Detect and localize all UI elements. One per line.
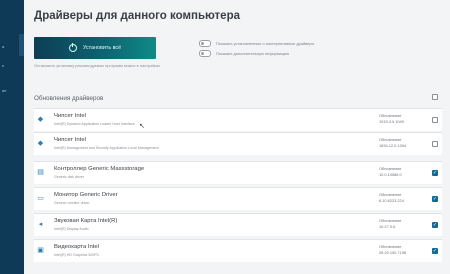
driver-status: Обновление — [379, 192, 402, 197]
install-all-label: Установить всё — [82, 45, 122, 51]
toggle-show-details[interactable]: Показать дополнительную информацию — [199, 50, 289, 57]
install-all-button[interactable]: Установить всё — [34, 37, 156, 59]
driver-version: 26.20.100.7158 — [379, 250, 407, 255]
toggle-show-installed[interactable]: Показать установленные и альтернативные … — [199, 40, 314, 47]
driver-row[interactable]: ▣ Видеокарта Intel Intel(R) HD Graphics … — [34, 239, 442, 262]
mouse-cursor-icon: ↖ — [139, 123, 145, 130]
driver-version: 6.10.6223.224 — [379, 198, 404, 203]
toggle-switch[interactable] — [199, 50, 211, 57]
driver-desc: Intel(R) Display Audio — [54, 227, 89, 231]
chip-icon: ◆ — [37, 140, 44, 147]
driver-desc: Generic disk driver — [54, 175, 84, 179]
driver-status: Обновление — [379, 113, 402, 118]
toggle-switch[interactable] — [199, 40, 211, 47]
section-title: Обновления драйверов — [34, 95, 104, 102]
driver-name: Звуковая Карта Intel(R) — [54, 218, 118, 224]
storage-icon: ▤ — [37, 169, 44, 176]
driver-version: 1834.12.0.1304 — [379, 143, 407, 148]
driver-row[interactable]: ◂ Звуковая Карта Intel(R) Intel(R) Displ… — [34, 213, 442, 236]
driver-name: Чипсет Intel — [54, 137, 86, 143]
sidebar-item[interactable]: е — [2, 63, 4, 68]
driver-name: Монитор Generic Driver — [54, 192, 118, 198]
monitor-icon: ▭ — [37, 195, 44, 202]
driver-version: 1915.4.0.1049 — [379, 119, 404, 124]
driver-checkbox[interactable] — [432, 248, 438, 254]
driver-row[interactable]: ▤ Контроллер Generic Massstorage Generic… — [34, 161, 442, 184]
chip-icon: ◆ — [37, 116, 44, 123]
sidebar: а е ие — [0, 0, 24, 274]
driver-desc: Intel(R) Dynamic Application Loader Host… — [54, 122, 135, 126]
driver-version: 10.27.0.6 — [379, 224, 396, 229]
main-panel: Драйверы для данного компьютера Установи… — [24, 0, 450, 274]
speaker-icon: ◂ — [38, 221, 43, 228]
power-icon — [68, 43, 77, 52]
driver-status: Обновление — [379, 166, 402, 171]
page-title: Драйверы для данного компьютера — [34, 10, 241, 22]
driver-checkbox[interactable] — [432, 222, 438, 228]
driver-version: 10.0.10586.0 — [379, 172, 402, 177]
toggle-label: Показать дополнительную информацию — [216, 51, 290, 56]
driver-desc: Intel(R) Management and Security Applica… — [54, 146, 159, 150]
toggle-label: Показать установленные и альтернативные … — [216, 41, 315, 46]
driver-name: Чипсет Intel — [54, 113, 86, 119]
gpu-icon: ▣ — [37, 247, 44, 254]
select-all-checkbox[interactable] — [432, 94, 438, 100]
driver-desc: Intel(R) HD Graphics 520PC — [54, 253, 100, 257]
driver-checkbox[interactable] — [432, 117, 438, 123]
sidebar-item[interactable]: ие — [2, 88, 6, 93]
driver-checkbox[interactable] — [432, 196, 438, 202]
driver-status: Обновление — [379, 137, 402, 142]
driver-checkbox[interactable] — [432, 141, 438, 147]
sidebar-item[interactable]: а — [2, 44, 4, 49]
driver-checkbox[interactable] — [432, 170, 438, 176]
driver-status: Обновление — [379, 218, 402, 223]
driver-desc: Generic monitor driver — [54, 201, 90, 205]
driver-name: Контроллер Generic Massstorage — [54, 166, 145, 172]
driver-row[interactable]: ▭ Монитор Generic Driver Generic monitor… — [34, 187, 442, 210]
driver-name: Видеокарта Intel — [54, 244, 100, 250]
driver-row[interactable]: ◆ Чипсет Intel Intel(R) Management and S… — [34, 132, 442, 155]
driver-row[interactable]: ◆ Чипсет Intel Intel(R) Dynamic Applicat… — [34, 108, 442, 131]
install-hint: Останoвить установку рекомендуемых прогр… — [34, 63, 161, 68]
driver-status: Обновление — [379, 244, 402, 249]
